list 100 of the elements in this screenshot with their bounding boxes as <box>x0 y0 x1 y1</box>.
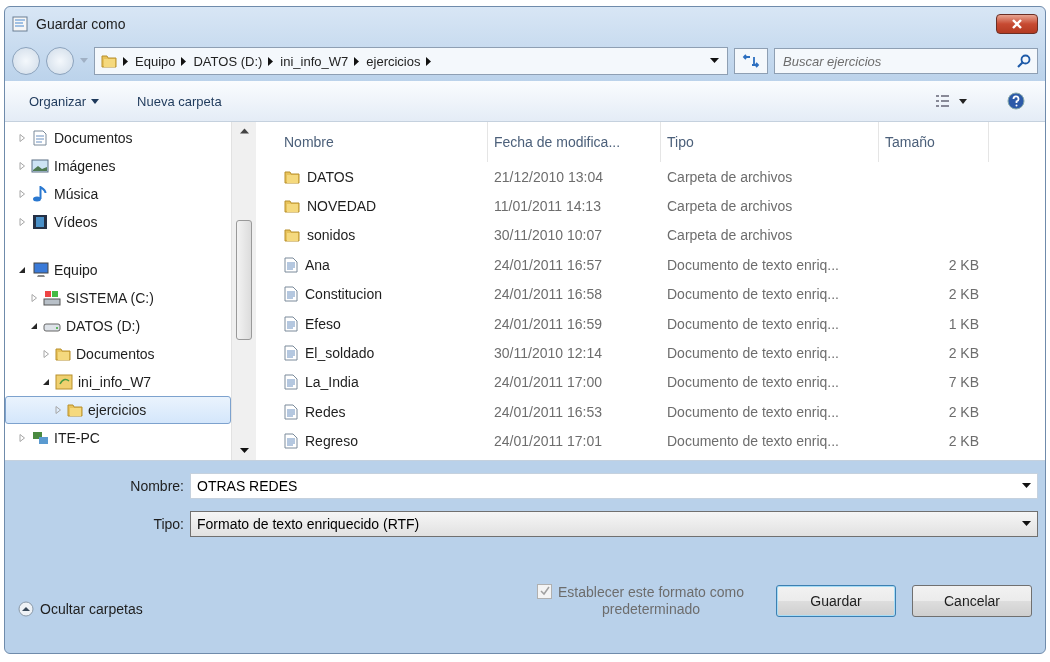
tree-item-label[interactable]: Documentos <box>54 130 133 146</box>
table-cell-text: Documento de texto enriq... <box>666 374 839 391</box>
separator-arrow-icon[interactable] <box>268 56 275 66</box>
search-icon[interactable] <box>1017 54 1031 68</box>
document-icon <box>31 130 49 146</box>
breadcrumb[interactable]: Equipo <box>135 53 176 69</box>
table-cell-text: Documento de texto enriq... <box>666 256 839 273</box>
separator-arrow-icon[interactable] <box>123 56 129 66</box>
table-cell-text: 1 KB <box>947 315 980 332</box>
column-header[interactable]: Tipo <box>661 122 879 162</box>
file-name[interactable]: DATOS <box>307 168 354 185</box>
refresh-button[interactable] <box>734 48 768 74</box>
tree-item-label[interactable]: Documentos <box>76 346 155 362</box>
selected-tree-item[interactable]: ejercicios <box>5 396 231 424</box>
music-note-icon <box>31 186 49 202</box>
separator-arrow-icon[interactable] <box>354 56 361 66</box>
tree-item-label[interactable]: Música <box>54 186 99 202</box>
tree-item-label[interactable]: ITE-PC <box>54 430 100 446</box>
document-icon <box>284 403 298 420</box>
table-cell-text: 24/01/2011 16:59 <box>493 315 602 332</box>
tree-item-label[interactable]: Equipo <box>54 262 98 278</box>
table-cell-text: 2 KB <box>947 403 980 420</box>
folder-icon <box>284 198 300 215</box>
file-name[interactable]: Efeso <box>305 315 341 332</box>
tree-item-label[interactable]: Imágenes <box>54 158 116 174</box>
file-name[interactable]: Regreso <box>305 433 358 450</box>
table-cell-text: 24/01/2011 16:57 <box>493 256 602 273</box>
hide-folders-button[interactable]: Ocultar carpetas <box>18 600 143 617</box>
breadcrumb[interactable]: ejercicios <box>366 53 421 69</box>
file-name[interactable]: El_soldado <box>305 345 375 362</box>
dropdown-arrow-icon[interactable] <box>1022 521 1031 527</box>
folder-icon <box>101 53 117 69</box>
file-type-value[interactable]: Formato de texto enriquecido (RTF) <box>197 516 1022 532</box>
column-header[interactable]: Tamaño <box>879 122 989 162</box>
scroll-down-arrow-icon[interactable] <box>239 448 249 454</box>
expanded-arrow-icon[interactable] <box>18 266 26 274</box>
dropdown-arrow-icon[interactable] <box>710 58 719 64</box>
table-cell-text: Documento de texto enriq... <box>666 286 839 303</box>
expanded-arrow-icon[interactable] <box>30 322 38 330</box>
breadcrumb[interactable]: DATOS (D:) <box>193 53 263 69</box>
tree-item-label[interactable]: ini_info_W7 <box>78 374 152 390</box>
checkbox-label: Establecer este formato como predeterminado <box>557 583 745 618</box>
app-icon <box>12 16 28 32</box>
document-icon <box>284 433 298 450</box>
table-cell-text: 7 KB <box>947 374 980 391</box>
file-name[interactable]: sonidos <box>307 227 356 244</box>
file-name-input[interactable]: OTRAS REDES <box>197 478 1022 494</box>
table-cell-text: 30/11/2010 12:14 <box>493 345 602 362</box>
folder-icon <box>67 402 83 418</box>
close-button[interactable] <box>996 14 1038 34</box>
column-header[interactable]: Fecha de modifica... <box>488 122 661 162</box>
column-header[interactable]: Nombre <box>278 122 488 162</box>
search-field[interactable]: Buscar ejercicios <box>774 48 1038 74</box>
table-cell-text: Documento de texto enriq... <box>666 403 839 420</box>
file-name[interactable]: Ana <box>305 256 330 273</box>
help-icon[interactable] <box>1007 92 1025 110</box>
collapse-up-icon[interactable] <box>18 600 34 617</box>
table-cell-text: Carpeta de archivos <box>666 198 793 215</box>
table-cell-text: 21/12/2010 13:04 <box>493 168 603 185</box>
file-name[interactable]: Constitucion <box>305 286 383 303</box>
document-icon <box>284 374 298 391</box>
file-type-dropdown[interactable]: Formato de texto enriquecido (RTF) <box>190 511 1038 537</box>
folder-icon <box>55 374 73 390</box>
refresh-arrows-icon[interactable] <box>742 54 760 68</box>
tree-scrollbar[interactable] <box>231 122 256 460</box>
close-icon[interactable] <box>1011 19 1023 29</box>
separator-arrow-icon[interactable] <box>181 56 188 66</box>
scroll-up-arrow-icon[interactable] <box>239 128 249 134</box>
organize-menu-button[interactable]: Organizar <box>25 89 104 113</box>
tree-item-label[interactable]: DATOS (D:) <box>66 318 141 334</box>
file-name[interactable]: NOVEDAD <box>307 198 377 215</box>
cancel-button[interactable]: Cancelar <box>912 584 1032 617</box>
table-cell-text: 2 KB <box>947 256 980 273</box>
separator-arrow-icon[interactable] <box>426 56 433 66</box>
expanded-arrow-icon[interactable] <box>42 378 50 386</box>
caret-icon[interactable] <box>91 98 100 104</box>
table-cell-text: 11/01/2011 14:13 <box>493 198 601 215</box>
document-icon <box>284 315 298 332</box>
address-bar[interactable]: Equipo DATOS (D:) ini_info_W7 ejercicios <box>94 47 728 75</box>
table-cell-text: 2 KB <box>947 433 980 450</box>
file-name[interactable]: La_India <box>305 374 359 391</box>
table-cell-text: 24/01/2011 16:53 <box>493 403 602 420</box>
film-icon <box>31 214 49 230</box>
tree-item-label[interactable]: ejercicios <box>88 402 147 418</box>
breadcrumb[interactable]: ini_info_W7 <box>280 53 349 69</box>
tree-item-label[interactable]: SISTEMA (C:) <box>66 290 154 306</box>
tree-item-label[interactable]: Vídeos <box>54 214 98 230</box>
table-cell-text: 24/01/2011 17:01 <box>493 433 602 450</box>
window-title: Guardar como <box>36 16 127 32</box>
field-label: Tipo: <box>152 516 184 532</box>
new-folder-button[interactable]: Nueva carpeta <box>133 89 226 113</box>
table-cell-text: Documento de texto enriq... <box>666 315 839 332</box>
scroll-thumb[interactable] <box>236 220 252 340</box>
dropdown-arrow-icon[interactable] <box>1022 483 1031 489</box>
file-name-field[interactable]: OTRAS REDES <box>190 473 1038 499</box>
view-options-icon[interactable] <box>935 94 967 108</box>
search-input[interactable]: Buscar ejercicios <box>781 52 1017 70</box>
file-name[interactable]: Redes <box>305 403 346 420</box>
save-button[interactable]: Guardar <box>776 584 896 617</box>
table-cell-text: 24/01/2011 16:58 <box>493 286 602 303</box>
